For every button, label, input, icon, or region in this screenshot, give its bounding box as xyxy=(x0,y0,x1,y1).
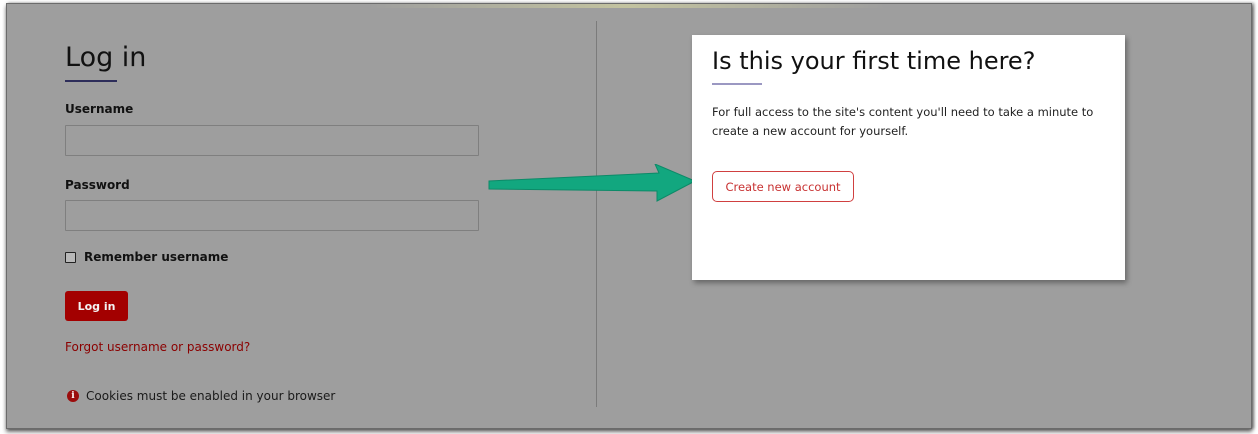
login-button[interactable]: Log in xyxy=(65,291,128,321)
top-highlight xyxy=(367,4,887,8)
column-divider xyxy=(596,21,597,407)
remember-checkbox[interactable] xyxy=(65,251,76,263)
remember-username[interactable]: Remember username xyxy=(65,250,228,264)
signup-title: Is this your first time here? xyxy=(712,47,1036,75)
signup-card: Is this your first time here? For full a… xyxy=(692,35,1125,280)
login-page-frame: Log in Username Password Remember userna… xyxy=(6,3,1252,429)
username-input[interactable] xyxy=(65,125,479,156)
password-input[interactable] xyxy=(65,200,479,231)
username-label: Username xyxy=(65,102,134,116)
cookie-notice: i Cookies must be enabled in your browse… xyxy=(67,389,335,403)
info-icon: i xyxy=(67,390,79,402)
remember-label: Remember username xyxy=(84,250,229,264)
signup-title-underline xyxy=(712,83,762,85)
password-label: Password xyxy=(65,178,130,192)
forgot-password-link[interactable]: Forgot username or password? xyxy=(65,340,250,354)
login-title-underline xyxy=(65,80,117,82)
login-title: Log in xyxy=(65,42,147,73)
create-account-button[interactable]: Create new account xyxy=(712,171,854,202)
cookie-notice-text: Cookies must be enabled in your browser xyxy=(86,389,336,403)
arrow-right-icon xyxy=(488,164,697,202)
signup-description: For full access to the site's content yo… xyxy=(712,105,1094,138)
